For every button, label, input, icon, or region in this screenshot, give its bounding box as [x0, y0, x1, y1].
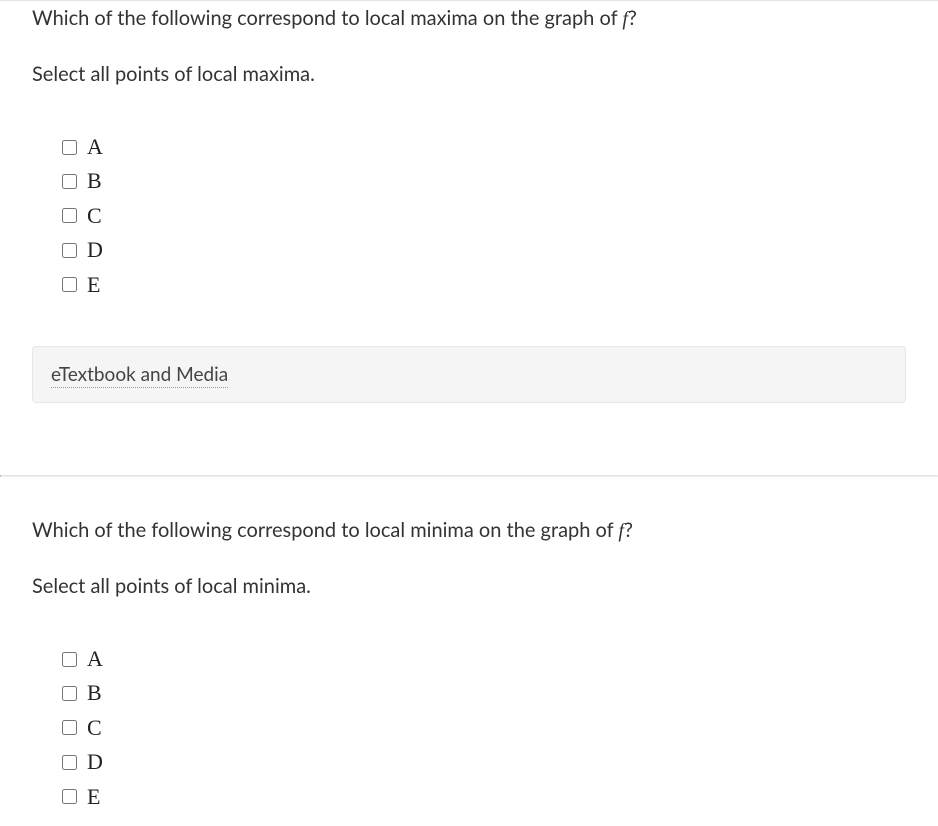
question-2-instruction: Select all points of local minima.: [32, 574, 906, 598]
option-row: B: [62, 680, 906, 706]
option-checkbox-a[interactable]: [62, 140, 77, 155]
option-row: A: [62, 134, 906, 160]
option-checkbox-d[interactable]: [62, 755, 77, 770]
etextbook-media-button[interactable]: eTextbook and Media: [32, 346, 906, 403]
option-label: E: [87, 272, 100, 298]
option-label: E: [87, 784, 100, 810]
spacer: [0, 477, 938, 515]
question-1-instruction: Select all points of local maxima.: [32, 62, 906, 86]
option-checkbox-b[interactable]: [62, 174, 77, 189]
option-row: C: [62, 203, 906, 229]
question-1-prompt-pre: Which of the following correspond to loc…: [32, 6, 622, 30]
option-label: B: [87, 680, 102, 706]
option-label: A: [87, 134, 103, 160]
option-label: C: [87, 715, 102, 741]
question-1-prompt-post: ?: [628, 6, 637, 30]
question-2-prompt-pre: Which of the following correspond to loc…: [32, 518, 618, 542]
question-2-options: A B C D E: [62, 646, 906, 810]
option-checkbox-a[interactable]: [62, 652, 77, 667]
option-checkbox-e[interactable]: [62, 277, 77, 292]
etextbook-media-label: eTextbook and Media: [51, 363, 228, 388]
option-checkbox-c[interactable]: [62, 720, 77, 735]
option-checkbox-e[interactable]: [62, 789, 77, 804]
question-2-prompt: Which of the following correspond to loc…: [32, 515, 906, 546]
option-checkbox-d[interactable]: [62, 243, 77, 258]
spacer: [0, 403, 938, 475]
question-2-prompt-post: ?: [624, 518, 633, 542]
option-row: B: [62, 168, 906, 194]
option-row: C: [62, 715, 906, 741]
option-label: D: [87, 237, 103, 263]
option-row: D: [62, 749, 906, 775]
option-row: A: [62, 646, 906, 672]
option-label: D: [87, 749, 103, 775]
option-row: E: [62, 272, 906, 298]
option-label: B: [87, 168, 102, 194]
option-row: E: [62, 784, 906, 810]
question-2-section: Which of the following correspond to loc…: [0, 515, 938, 810]
option-label: A: [87, 646, 103, 672]
option-row: D: [62, 237, 906, 263]
option-checkbox-b[interactable]: [62, 686, 77, 701]
question-1-section: Which of the following correspond to loc…: [0, 0, 938, 403]
option-label: C: [87, 203, 102, 229]
question-1-options: A B C D E: [62, 134, 906, 298]
question-1-prompt: Which of the following correspond to loc…: [32, 1, 906, 34]
option-checkbox-c[interactable]: [62, 208, 77, 223]
